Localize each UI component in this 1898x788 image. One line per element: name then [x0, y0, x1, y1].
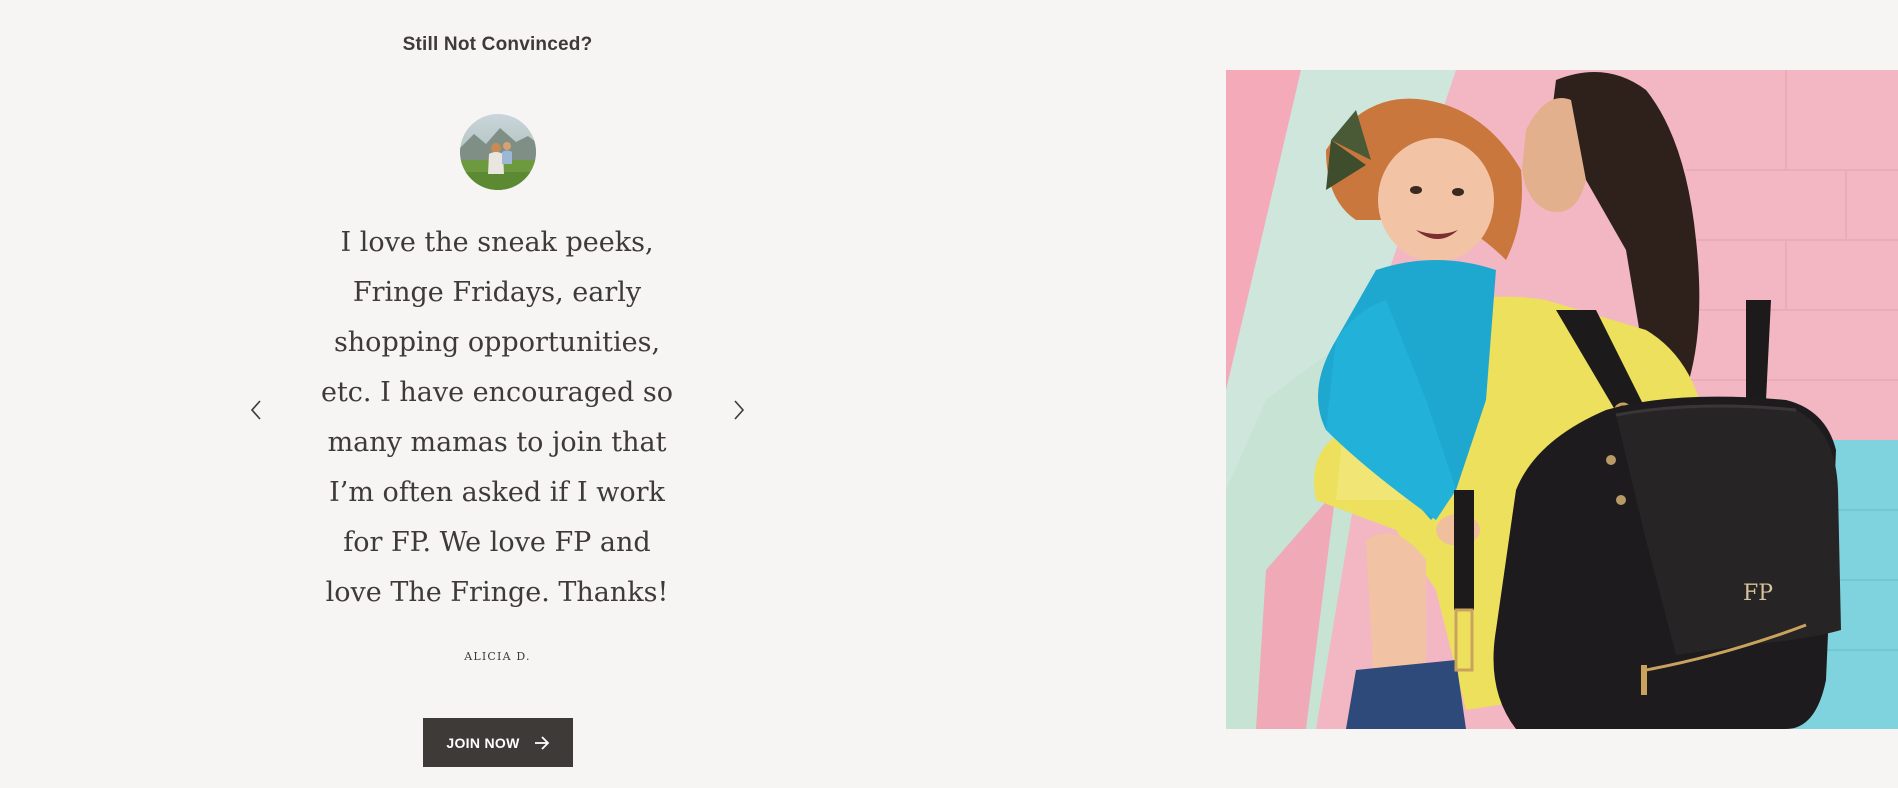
chevron-right-icon — [734, 400, 745, 420]
testimonial-quote: I love the sneak peeks, Fringe Fridays, … — [320, 227, 674, 608]
testimonial-section: Still Not Convinced? I love the sneak pe… — [230, 0, 765, 788]
carousel-next-button[interactable] — [726, 396, 750, 424]
testimonial-avatar — [460, 114, 536, 190]
section-heading: Still Not Convinced? — [402, 34, 593, 55]
page: Still Not Convinced? I love the sneak pe… — [0, 0, 1898, 788]
avatar-photo — [460, 114, 536, 190]
mother-daughter-photo: FP — [1226, 70, 1898, 729]
join-now-label: JOIN NOW — [446, 734, 520, 751]
arrow-right-icon — [534, 735, 549, 750]
lifestyle-photo: FP — [1226, 70, 1898, 729]
testimonial-author: ALICIA D. — [464, 650, 531, 663]
bag-logo: FP — [1743, 581, 1773, 606]
carousel-prev-button[interactable] — [245, 396, 269, 424]
join-now-button[interactable]: JOIN NOW — [423, 718, 573, 767]
chevron-left-icon — [250, 400, 261, 420]
